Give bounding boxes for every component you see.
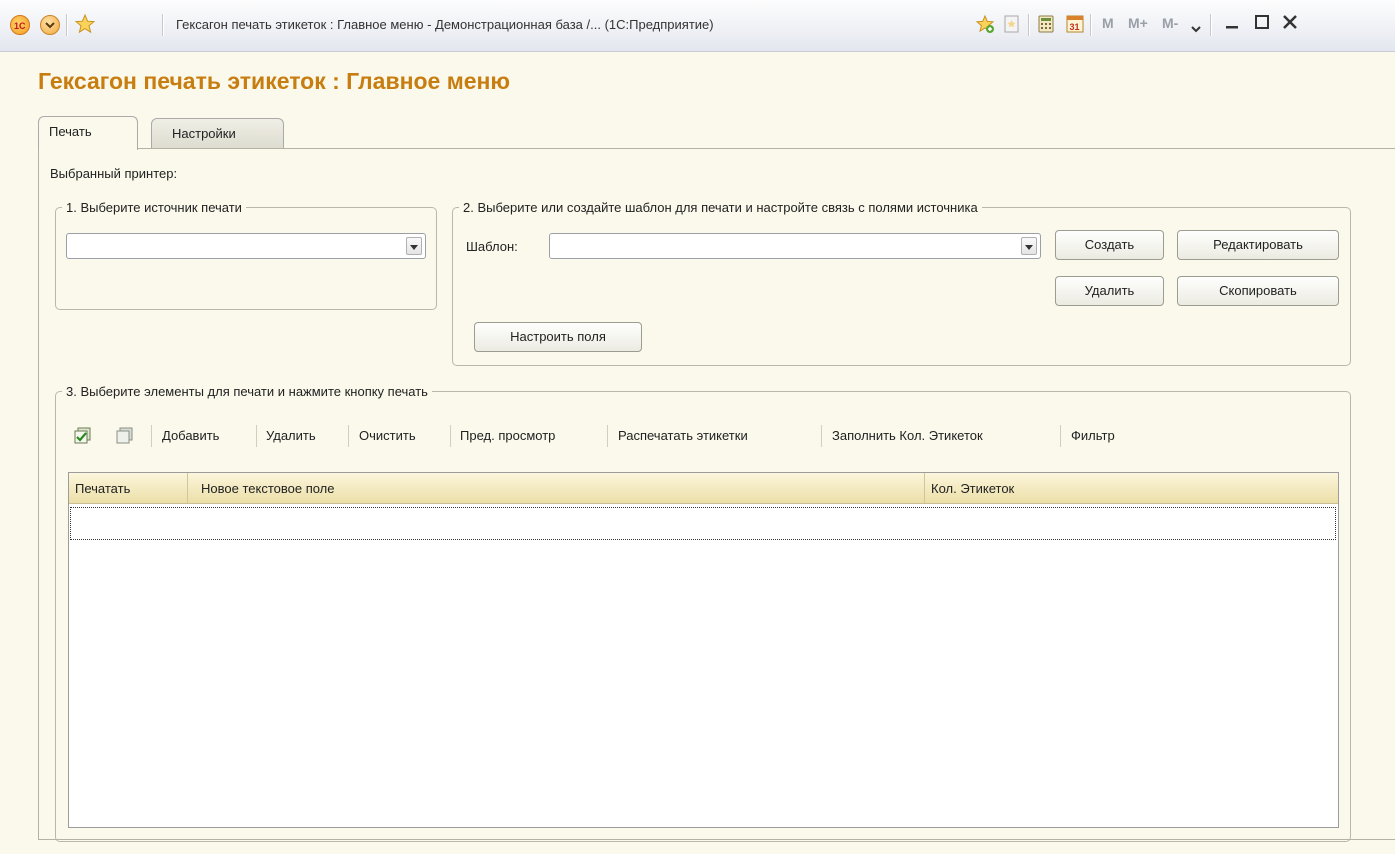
minimize-icon[interactable] [1222, 10, 1242, 40]
print-source-select[interactable] [66, 233, 426, 259]
filter-button[interactable]: Фильтр [1071, 428, 1115, 443]
column-header-text-field[interactable]: Новое текстовое поле [201, 481, 335, 496]
favorite-star-icon[interactable] [74, 13, 96, 38]
delete-row-button[interactable]: Удалить [266, 428, 316, 443]
setup-fields-button[interactable]: Настроить поля [474, 322, 642, 352]
close-icon[interactable] [1280, 10, 1300, 40]
window-menu-icon[interactable] [40, 15, 60, 35]
edit-template-button[interactable]: Редактировать [1177, 230, 1339, 260]
check-all-icon[interactable] [72, 425, 94, 450]
svg-text:1С: 1С [14, 21, 26, 31]
print-elements-legend: 3. Выберите элементы для печати и нажмит… [66, 384, 428, 399]
create-template-button[interactable]: Создать [1055, 230, 1164, 260]
fill-label-count-button[interactable]: Заполнить Кол. Этикеток [832, 428, 983, 443]
uncheck-all-icon[interactable] [114, 425, 136, 450]
table-row[interactable] [70, 507, 1336, 540]
template-label: Шаблон: [466, 239, 518, 254]
svg-text:31: 31 [1070, 22, 1080, 32]
column-header-print[interactable]: Печатать [75, 481, 130, 496]
chevron-down-icon[interactable] [1190, 22, 1202, 37]
print-elements-table[interactable]: Печатать Новое текстовое поле Кол. Этике… [68, 472, 1339, 828]
selected-printer-label: Выбранный принтер: [50, 166, 178, 181]
memory-m-button[interactable]: M [1102, 15, 1114, 31]
window-title: Гексагон печать этикеток : Главное меню … [176, 17, 714, 32]
chevron-down-icon[interactable] [1021, 237, 1037, 255]
page-title: Гексагон печать этикеток : Главное меню [38, 68, 511, 94]
memory-minus-button[interactable]: M- [1162, 15, 1178, 31]
print-labels-button[interactable]: Распечатать этикетки [618, 428, 748, 443]
memory-plus-button[interactable]: M+ [1128, 15, 1148, 31]
tab-settings[interactable]: Настройки [151, 118, 284, 148]
clear-button[interactable]: Очистить [359, 428, 416, 443]
column-header-label-count[interactable]: Кол. Этикеток [931, 481, 1014, 496]
template-legend: 2. Выберите или создайте шаблон для печа… [463, 200, 978, 215]
table-header: Печатать Новое текстовое поле Кол. Этике… [69, 473, 1338, 504]
tab-settings-label: Настройки [172, 126, 236, 141]
print-source-legend: 1. Выберите источник печати [66, 200, 242, 215]
favorites-add-icon[interactable] [974, 13, 996, 38]
delete-template-button[interactable]: Удалить [1055, 276, 1164, 306]
tab-print[interactable]: Печать [38, 116, 138, 150]
chevron-down-icon[interactable] [406, 237, 422, 255]
add-row-button[interactable]: Добавить [162, 428, 219, 443]
tab-print-label: Печать [49, 124, 92, 139]
template-select[interactable] [549, 233, 1041, 259]
1c-logo-icon[interactable]: 1С [10, 15, 30, 35]
calculator-icon[interactable] [1036, 14, 1056, 37]
bookmark-icon[interactable] [1002, 14, 1022, 37]
preview-button[interactable]: Пред. просмотр [460, 428, 555, 443]
calendar-icon[interactable]: 31 [1064, 13, 1086, 38]
copy-template-button[interactable]: Скопировать [1177, 276, 1339, 306]
maximize-icon[interactable] [1252, 10, 1272, 40]
window-titlebar: 1С Гексагон печать этикеток : Главное ме… [0, 0, 1395, 52]
